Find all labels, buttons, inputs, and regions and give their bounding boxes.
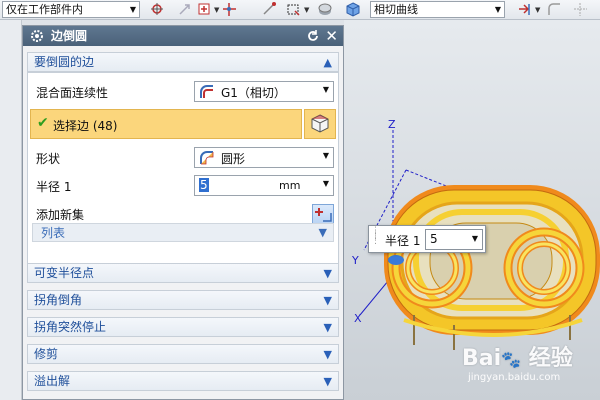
- shape-value: 圆形: [221, 152, 246, 166]
- close-icon[interactable]: ✕: [325, 26, 338, 46]
- shape-select[interactable]: 圆形 ▼: [194, 147, 334, 168]
- axis-z-label: Z: [388, 118, 396, 131]
- chevron-down-icon: ▼: [129, 5, 136, 14]
- edges-group-body: 混合面连续性 G1（相切） ▼ ✔ 选择边 (48) 形状 圆形 ▼ 半径 1 …: [27, 72, 339, 276]
- cube-select-button[interactable]: [304, 109, 336, 139]
- radius-label: 半径 1: [36, 180, 72, 194]
- solid-body-icon[interactable]: [346, 2, 361, 17]
- chevron-up-icon[interactable]: ▲: [324, 53, 332, 72]
- dialog-title-bar[interactable]: 边倒圆 ✕: [23, 26, 343, 46]
- radius-input[interactable]: 5 mm ▼: [194, 175, 334, 196]
- radius-onscreen-input[interactable]: ⋮ ⋮ ⋮ 半径 1 5 ▼: [368, 225, 486, 253]
- edges-group-title: 要倒圆的边: [34, 55, 95, 69]
- chevron-down-icon[interactable]: ▼: [324, 318, 332, 337]
- group-title: 溢出解: [34, 374, 71, 388]
- selection-filter-value: 仅在工作部件内: [6, 3, 83, 16]
- overflow-group-header[interactable]: 溢出解 ▼: [27, 371, 339, 391]
- chevron-down-icon[interactable]: ▼: [319, 224, 327, 242]
- stop-at-intersection-icon[interactable]: [517, 2, 532, 17]
- watermark-url: jingyan.baidu.com: [468, 372, 561, 383]
- resource-bar: [0, 20, 22, 400]
- chevron-down-icon: ▼: [494, 5, 501, 14]
- select-edge-label: 选择边 (48): [53, 119, 118, 133]
- chevron-down-icon[interactable]: ▼: [214, 6, 219, 14]
- drag-handle[interactable]: ⋮ ⋮ ⋮: [371, 227, 380, 249]
- reset-icon[interactable]: [305, 28, 321, 44]
- group-title: 修剪: [34, 347, 59, 361]
- cube-select-icon: [311, 114, 329, 133]
- snap-settings-icon[interactable]: [573, 2, 588, 17]
- rectangle-select-icon[interactable]: [286, 2, 301, 17]
- curve-rule-select[interactable]: 相切曲线 ▼: [370, 1, 505, 18]
- arrow-icon[interactable]: [177, 2, 192, 17]
- chevron-down-icon[interactable]: ▼: [304, 6, 309, 14]
- continuity-value: G1（相切）: [221, 86, 286, 100]
- point-dialog-icon[interactable]: [222, 2, 237, 17]
- group-title: 拐角倒角: [34, 293, 83, 307]
- shape-icon: [200, 151, 214, 165]
- radius-value[interactable]: 5: [199, 178, 209, 192]
- select-edge-row: ✔ 选择边 (48): [30, 109, 336, 139]
- chevron-down-icon[interactable]: ▼: [324, 264, 332, 283]
- top-toolbar: 仅在工作部件内 ▼ ▼ ▼ 相切曲线 ▼ ▼: [0, 0, 600, 20]
- continuity-label: 混合面连续性: [36, 86, 109, 100]
- radius-popup-field[interactable]: 5 ▼: [425, 229, 483, 250]
- add-set-icon: [315, 208, 332, 222]
- gear-icon[interactable]: [29, 28, 45, 44]
- curve-rule-value: 相切曲线: [374, 3, 418, 16]
- chevron-down-icon[interactable]: ▼: [324, 345, 332, 364]
- dialog-title: 边倒圆: [51, 29, 88, 43]
- trim-group-header[interactable]: 修剪 ▼: [27, 344, 339, 364]
- list-section-header[interactable]: 列表 ▼: [32, 223, 334, 242]
- shape-row: 形状 圆形 ▼: [28, 145, 338, 171]
- radius-unit: mm: [279, 179, 301, 192]
- group-title: 拐角突然停止: [34, 320, 107, 334]
- chevron-down-icon[interactable]: ▼: [535, 6, 540, 14]
- chevron-down-icon[interactable]: ▼: [472, 234, 478, 243]
- axis-y-label: Y: [351, 254, 359, 267]
- chevron-down-icon[interactable]: ▼: [323, 179, 329, 188]
- continuity-row: 混合面连续性 G1（相切） ▼: [28, 79, 338, 105]
- add-set-label: 添加新集: [36, 208, 85, 222]
- intersect-point-icon[interactable]: [197, 2, 212, 17]
- list-label: 列表: [41, 226, 66, 240]
- radius-popup-label: 半径 1: [385, 234, 421, 248]
- radius-popup-value: 5: [430, 232, 438, 246]
- chevron-down-icon: ▼: [322, 151, 329, 160]
- stop-short-group-header[interactable]: 拐角突然停止 ▼: [27, 317, 339, 337]
- radius-row: 半径 1 5 mm ▼: [28, 173, 338, 199]
- fillet-model: [384, 185, 600, 350]
- follow-fillet-icon[interactable]: [547, 2, 562, 17]
- group-title: 可变半径点: [34, 266, 95, 280]
- check-icon: ✔: [37, 115, 49, 131]
- snap-point-icon[interactable]: [150, 2, 165, 17]
- corner-setback-group-header[interactable]: 拐角倒角 ▼: [27, 290, 339, 310]
- chevron-down-icon[interactable]: ▼: [324, 372, 332, 391]
- select-edge-button[interactable]: ✔ 选择边 (48): [30, 109, 302, 139]
- chevron-down-icon: ▼: [322, 85, 329, 94]
- add-set-button[interactable]: [312, 204, 334, 225]
- chevron-down-icon[interactable]: ▼: [324, 291, 332, 310]
- variable-radius-group-header[interactable]: 可变半径点 ▼: [27, 263, 339, 283]
- shape-label: 形状: [36, 152, 61, 166]
- edge-blend-dialog: 边倒圆 ✕ 要倒圆的边 ▲ 混合面连续性 G1（相切） ▼ ✔ 选择边 (48): [22, 25, 344, 400]
- selection-filter-select[interactable]: 仅在工作部件内 ▼: [2, 1, 140, 18]
- axis-x-label: X: [354, 312, 362, 325]
- shade-object-icon[interactable]: [318, 2, 333, 17]
- snap-grid-icon[interactable]: [262, 2, 277, 17]
- continuity-select[interactable]: G1（相切） ▼: [194, 81, 334, 102]
- continuity-icon: [200, 85, 213, 98]
- baidu-watermark-logo: Bai🐾 经验: [462, 346, 573, 371]
- edges-group-header[interactable]: 要倒圆的边 ▲: [27, 52, 339, 72]
